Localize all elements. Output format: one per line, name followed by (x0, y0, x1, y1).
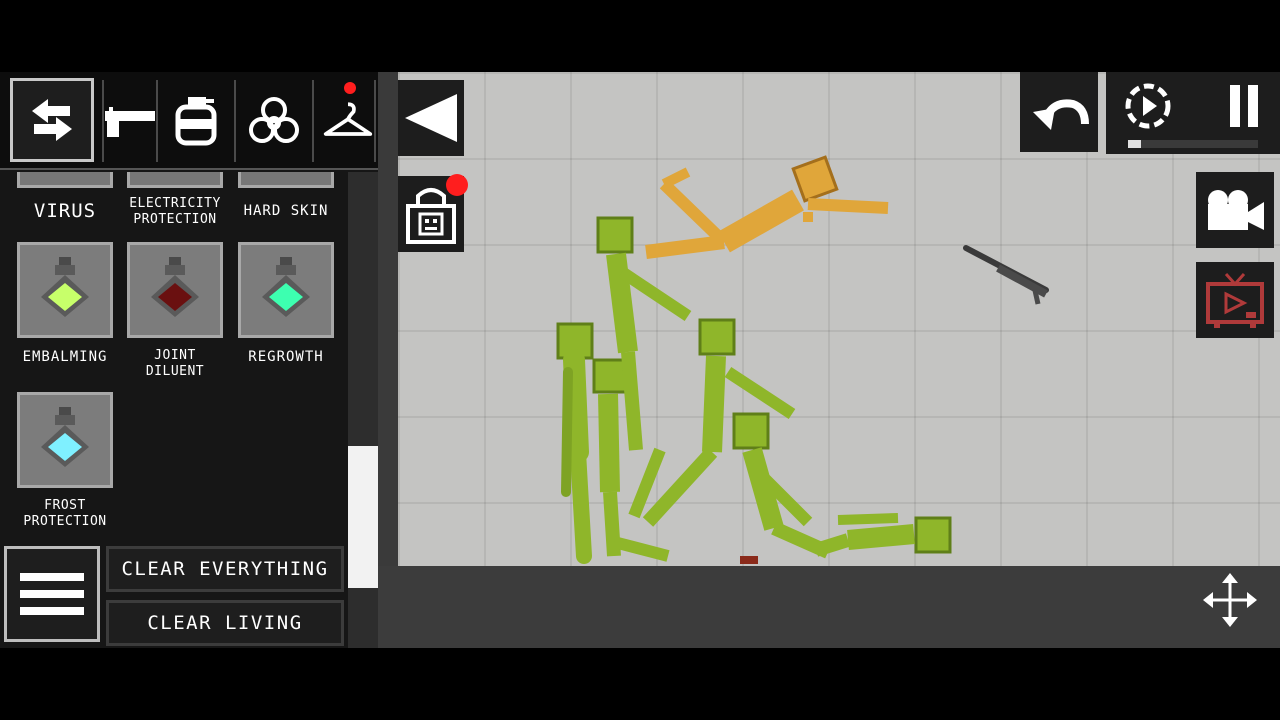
camera-button[interactable] (1196, 172, 1274, 248)
orange-ragdoll[interactable] (645, 155, 889, 259)
flask-icon (262, 257, 310, 317)
item-regrowth[interactable]: REGROWTH (231, 242, 341, 366)
scrollbar-thumb[interactable] (348, 446, 378, 588)
item-grid: VIRUS ELECTRICITY PROTECTION HARD SKIN E… (0, 172, 348, 540)
flask-icon (151, 257, 199, 317)
item-thumb (238, 242, 334, 338)
swap-category-button[interactable] (10, 78, 94, 162)
flask-icon (41, 407, 89, 467)
item-label: HARD SKIN (243, 203, 329, 219)
item-hard-skin[interactable]: HARD SKIN (231, 172, 341, 220)
item-thumb (127, 242, 223, 338)
pause-icon (1230, 85, 1258, 127)
bottom-action-bar: CLEAR EVERYTHING CLEAR LIVING (0, 542, 348, 648)
item-label: REGROWTH (248, 349, 324, 365)
locked-item-button[interactable] (398, 174, 468, 252)
tab-explosives[interactable] (158, 80, 236, 162)
tab-biohazard[interactable] (236, 80, 314, 162)
hamburger-icon (20, 590, 84, 598)
notification-dot (446, 174, 468, 196)
item-thumb (127, 172, 223, 188)
item-thumb (17, 242, 113, 338)
flask-icon (41, 257, 89, 317)
move-tool-button[interactable] (1198, 568, 1262, 632)
shotgun[interactable] (963, 245, 1049, 305)
item-embalming[interactable]: EMBALMING (10, 242, 120, 366)
item-label: VIRUS (33, 200, 97, 222)
ragdoll-scene[interactable] (378, 72, 1280, 648)
item-scrollbar[interactable] (348, 172, 378, 588)
item-label: EMBALMING (22, 349, 108, 365)
tab-firearms[interactable] (102, 80, 158, 162)
panel-edge (348, 588, 378, 648)
item-label: FROST PROTECTION (23, 498, 107, 529)
slow-motion-icon (1125, 83, 1171, 129)
undo-button[interactable] (1020, 72, 1098, 152)
collapse-panel-button[interactable] (398, 80, 464, 156)
item-electricity-protection[interactable]: ELECTRICITY PROTECTION (120, 172, 230, 228)
clear-everything-button[interactable]: CLEAR EVERYTHING (106, 546, 344, 592)
item-virus[interactable]: VIRUS (10, 172, 120, 222)
hanger-icon (323, 102, 373, 136)
item-thumb (17, 392, 113, 488)
swap-arrows-icon (32, 99, 72, 141)
melon-ragdoll[interactable] (732, 412, 831, 559)
main-menu-button[interactable] (4, 546, 100, 642)
time-scale-fill (1128, 140, 1141, 148)
category-tabbar (0, 72, 378, 170)
spawn-menu-panel: VIRUS ELECTRICITY PROTECTION HARD SKIN E… (0, 72, 378, 648)
item-label: ELECTRICITY PROTECTION (129, 196, 221, 227)
biohazard-icon (249, 97, 299, 143)
letterbox-top (0, 0, 1280, 72)
melon-ragdoll[interactable] (556, 322, 594, 564)
undo-arrow-icon (1033, 99, 1089, 130)
hamburger-icon (20, 573, 84, 581)
pause-button[interactable] (1216, 78, 1272, 134)
move-arrows-icon (1203, 573, 1257, 627)
clear-living-button[interactable]: CLEAR LIVING (106, 600, 344, 646)
time-controls (1106, 72, 1280, 154)
melon-ragdoll[interactable] (813, 513, 952, 557)
hamburger-icon (20, 607, 84, 615)
letterbox-bottom (0, 648, 1280, 720)
game-viewport[interactable] (378, 72, 1280, 648)
tv-button[interactable] (1196, 262, 1274, 338)
tab-clothing[interactable] (314, 80, 376, 162)
tv-icon (1206, 272, 1264, 328)
item-joint-diluent[interactable]: JOINT DILUENT (120, 242, 230, 380)
pistol-icon (105, 107, 155, 137)
item-thumb (238, 172, 334, 188)
time-scale-slider[interactable] (1128, 140, 1258, 148)
item-thumb (17, 172, 113, 188)
triangle-left-icon (405, 94, 457, 142)
slow-motion-button[interactable] (1120, 78, 1176, 134)
item-frost-protection[interactable]: FROST PROTECTION (10, 392, 120, 530)
video-camera-icon (1208, 190, 1264, 230)
item-label: JOINT DILUENT (145, 348, 205, 379)
grenade-icon (175, 97, 217, 146)
blood-splatter (740, 556, 758, 564)
notification-dot (344, 82, 356, 94)
